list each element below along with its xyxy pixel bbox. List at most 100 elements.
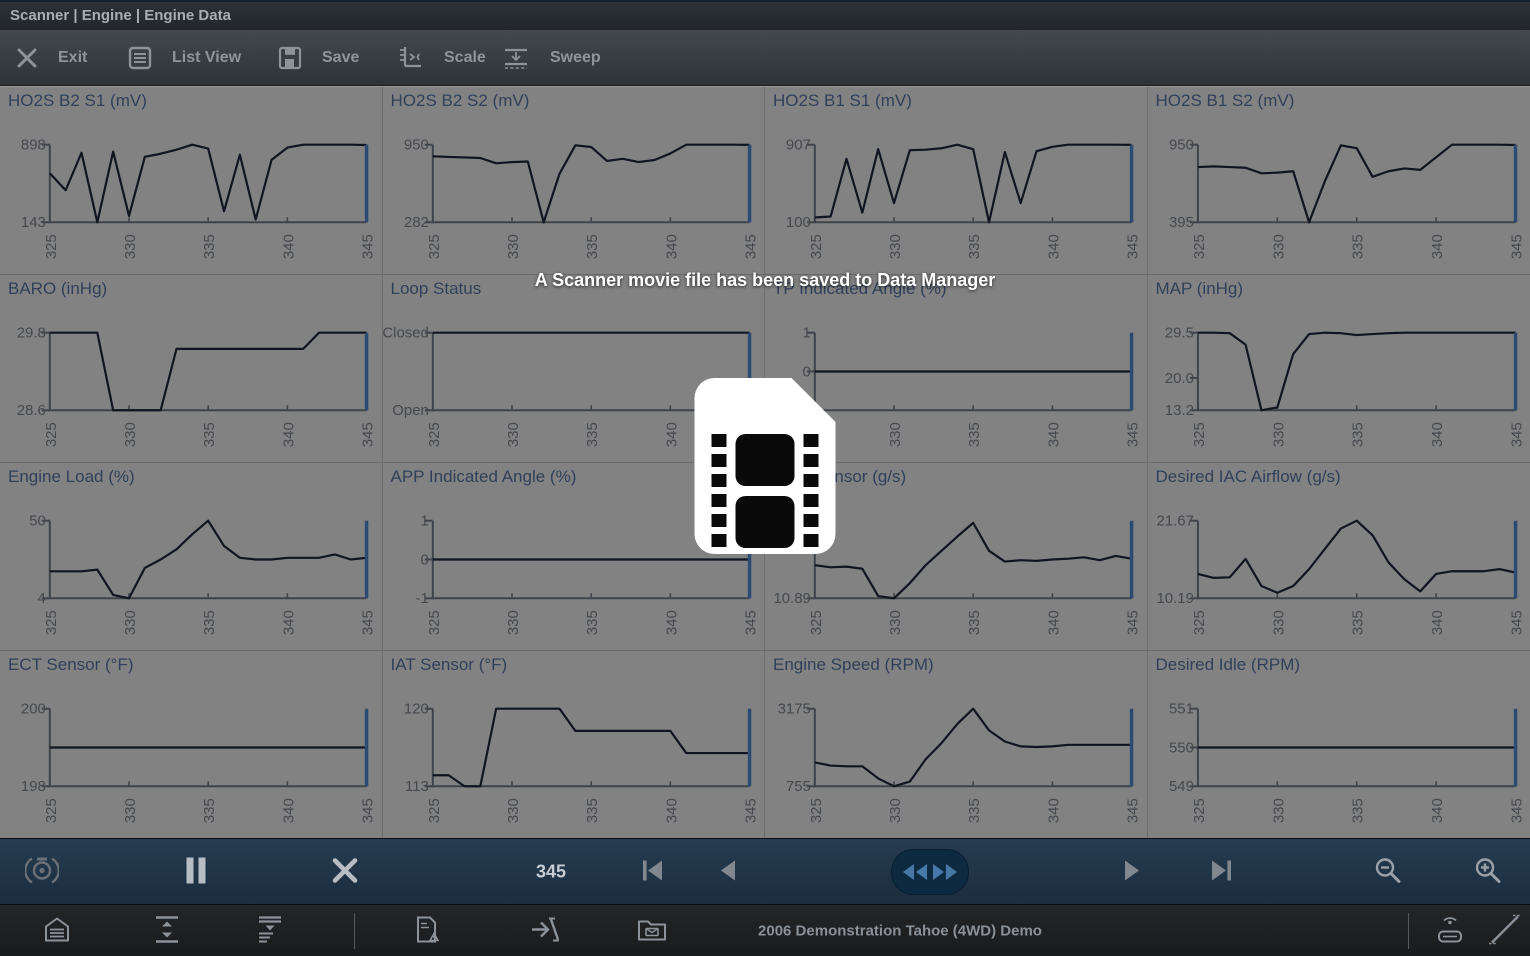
svg-text:345: 345 [1508, 234, 1525, 259]
chart-baro-inhg[interactable]: BARO (inHg)29.828.6325330335340345 [0, 275, 383, 463]
svg-text:1: 1 [803, 325, 811, 342]
svg-text:325: 325 [425, 798, 442, 823]
chart-title: HO2S B2 S2 (mV) [391, 91, 530, 111]
sweep-button[interactable]: Sweep [502, 30, 601, 86]
skip-to-start-button[interactable] [640, 859, 664, 884]
chart-plot: 200198325330335340345 [0, 651, 382, 838]
svg-text:755: 755 [786, 778, 811, 795]
exit-button[interactable]: Exit [16, 30, 87, 86]
svg-text:335: 335 [966, 234, 983, 259]
chart-desired-idle-rpm[interactable]: Desired Idle (RPM)5515505493253303353403… [1148, 651, 1530, 839]
svg-text:325: 325 [1190, 610, 1207, 635]
chart-ho2s-b1-s2-mv[interactable]: HO2S B1 S2 (mV)950395325330335340345 [1148, 87, 1530, 275]
chart-title: Engine Load (%) [8, 467, 135, 487]
svg-text:340: 340 [1045, 422, 1062, 447]
skip-to-start-icon [640, 869, 664, 884]
chart-engine-load[interactable]: Engine Load (%)504325330335340345 [0, 463, 383, 651]
list-view-label: List View [172, 49, 241, 67]
svg-text:330: 330 [1270, 610, 1287, 635]
pause-button[interactable] [186, 856, 207, 887]
svg-text:100: 100 [786, 214, 811, 231]
svg-text:325: 325 [808, 798, 825, 823]
zoom-in-button[interactable] [1474, 856, 1502, 887]
home-button[interactable] [43, 916, 71, 945]
chart-iat-sensor-f[interactable]: IAT Sensor (°F)120113325330335340345 [383, 651, 766, 839]
pause-icon [186, 872, 207, 887]
save-button[interactable]: Save [278, 30, 359, 86]
svg-text:335: 335 [966, 798, 983, 823]
scan-module-button[interactable] [1433, 914, 1467, 947]
svg-text:335: 335 [201, 610, 218, 635]
exit-label: Exit [58, 49, 87, 67]
save-label: Save [322, 49, 359, 67]
snapshot-button[interactable] [530, 916, 560, 945]
svg-text:335: 335 [966, 422, 983, 447]
close-icon [16, 47, 38, 69]
status-bar: 2006 Demonstration Tahoe (4WD) Demo [0, 904, 1530, 956]
chart-plot: 504325330335340345 [0, 463, 382, 650]
svg-text:13.2: 13.2 [1164, 402, 1193, 419]
chart-map-inhg[interactable]: MAP (inHg)29.520.013.2325330335340345 [1148, 275, 1530, 463]
title-bar: Scanner | Engine | Engine Data [0, 0, 1530, 30]
step-forward-button[interactable] [1124, 859, 1140, 884]
playback-bar: 345 [0, 838, 1530, 904]
chart-title: Desired Idle (RPM) [1156, 655, 1301, 675]
toast-message: A Scanner movie file has been saved to D… [0, 270, 1530, 291]
chart-title: HO2S B1 S1 (mV) [773, 91, 912, 111]
svg-text:340: 340 [1429, 798, 1446, 823]
svg-text:340: 340 [1429, 422, 1446, 447]
zoom-out-button[interactable] [1374, 856, 1402, 887]
chart-plot: 551550549325330335340345 [1148, 651, 1530, 838]
chart-ho2s-b2-s1-mv[interactable]: HO2S B2 S1 (mV)898143325330335340345 [0, 87, 383, 275]
code-report-button[interactable] [414, 915, 440, 946]
svg-text:330: 330 [122, 798, 139, 823]
chart-desired-iac-airflow-g-s[interactable]: Desired IAC Airflow (g/s)21.6710.1932533… [1148, 463, 1530, 651]
step-back-button[interactable] [720, 859, 736, 884]
svg-text:340: 340 [280, 422, 297, 447]
svg-text:345: 345 [1125, 422, 1142, 447]
stop-button[interactable] [332, 857, 358, 886]
chart-ho2s-b2-s2-mv[interactable]: HO2S B2 S2 (mV)950282325330335340345 [383, 87, 766, 275]
svg-text:113: 113 [405, 778, 429, 795]
svg-text:29.5: 29.5 [1164, 325, 1193, 342]
scale-label: Scale [444, 49, 486, 67]
connection-tool-button[interactable] [1487, 912, 1523, 949]
svg-text:345: 345 [1508, 798, 1525, 823]
svg-text:340: 340 [1045, 234, 1062, 259]
svg-text:345: 345 [1508, 422, 1525, 447]
scale-button[interactable]: Scale [398, 30, 486, 86]
svg-text:20.0: 20.0 [1164, 370, 1193, 387]
svg-text:325: 325 [43, 798, 60, 823]
chart-engine-speed-rpm[interactable]: Engine Speed (RPM)3175755325330335340345 [765, 651, 1148, 839]
svg-text:340: 340 [1429, 234, 1446, 259]
svg-text:345: 345 [1125, 234, 1142, 259]
chart-title: Desired IAC Airflow (g/s) [1156, 467, 1341, 487]
svg-text:345: 345 [1125, 610, 1142, 635]
toolbar: Exit List View Save Scale Sweep [0, 30, 1530, 86]
record-movie-button[interactable] [25, 855, 59, 888]
list-view-button[interactable]: List View [128, 30, 241, 86]
svg-text:335: 335 [201, 234, 218, 259]
svg-text:345: 345 [360, 610, 377, 635]
svg-text:335: 335 [584, 610, 601, 635]
svg-text:325: 325 [1190, 234, 1207, 259]
chart-title: HO2S B2 S1 (mV) [8, 91, 147, 111]
svg-text:340: 340 [1429, 610, 1446, 635]
svg-text:198: 198 [21, 778, 46, 795]
sweep-label: Sweep [550, 49, 601, 67]
collapse-graphs-button[interactable] [255, 915, 285, 946]
data-manager-button[interactable] [637, 917, 667, 944]
svg-text:325: 325 [1190, 798, 1207, 823]
skip-to-end-button[interactable] [1210, 859, 1234, 884]
svg-text:282: 282 [403, 214, 428, 231]
chart-ho2s-b1-s1-mv[interactable]: HO2S B1 S1 (mV)907100325330335340345 [765, 87, 1148, 275]
chart-ect-sensor-f[interactable]: ECT Sensor (°F)200198325330335340345 [0, 651, 383, 839]
svg-text:1: 1 [420, 513, 428, 530]
diagonal-slash-icon [1487, 934, 1523, 949]
report-warning-icon [414, 931, 440, 946]
svg-text:10.19: 10.19 [1156, 590, 1193, 607]
scrub-control[interactable] [891, 849, 969, 895]
expand-graphs-button[interactable] [152, 915, 182, 946]
svg-text:330: 330 [504, 610, 521, 635]
svg-text:Open: Open [392, 402, 429, 419]
